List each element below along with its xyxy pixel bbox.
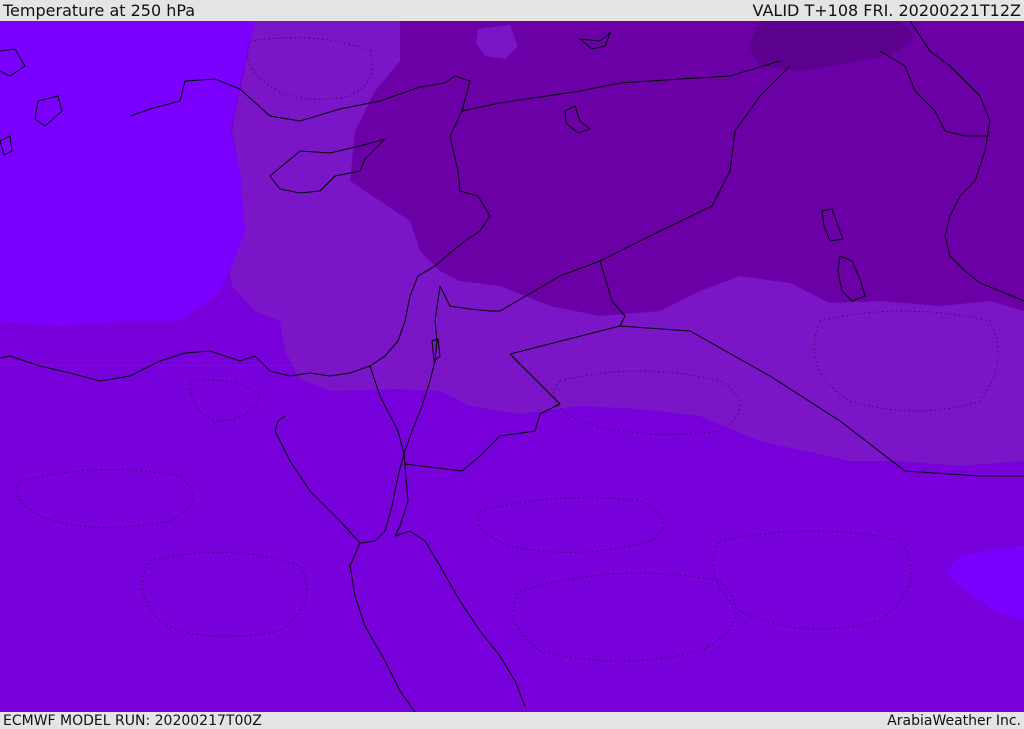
valid-time: VALID T+108 FRI. 20200221T12Z <box>752 1 1021 20</box>
model-run: ECMWF MODEL RUN: 20200217T00Z <box>3 712 262 729</box>
temperature-band-colder <box>350 21 1024 316</box>
header-bar: Temperature at 250 hPa VALID T+108 FRI. … <box>0 0 1024 21</box>
temperature-band-warm-west <box>0 21 255 326</box>
temperature-map <box>0 21 1024 712</box>
footer-bar: ECMWF MODEL RUN: 20200217T00Z ArabiaWeat… <box>0 712 1024 729</box>
credit: ArabiaWeather Inc. <box>887 712 1021 729</box>
map-title: Temperature at 250 hPa <box>3 1 196 20</box>
